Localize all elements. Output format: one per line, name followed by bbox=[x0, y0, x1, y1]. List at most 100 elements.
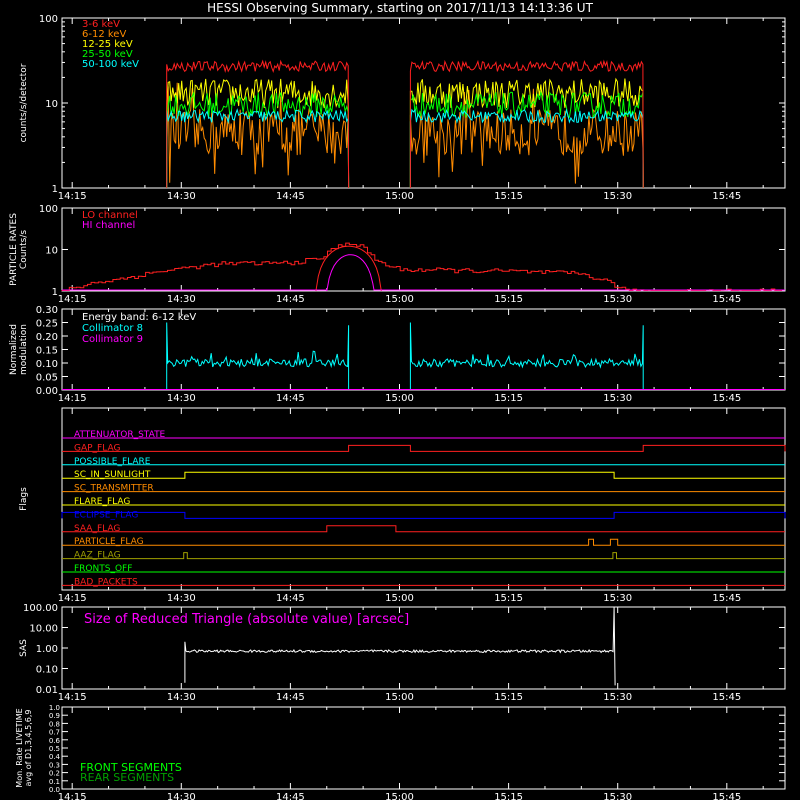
modulation-xtick-label: 15:30 bbox=[603, 393, 632, 404]
modulation-ylabel: Normalized bbox=[9, 324, 19, 375]
modulation-xtick-label: 14:15 bbox=[58, 393, 87, 404]
modulation-series-collimator-8 bbox=[166, 322, 644, 390]
particle-xtick-label: 15:30 bbox=[603, 294, 632, 305]
sas-xtick-label: 14:15 bbox=[58, 692, 87, 703]
countrates-series-25-50-kev bbox=[166, 90, 644, 189]
particle-series-hi-channel bbox=[62, 254, 785, 292]
countrates-ytick-label: 1 bbox=[52, 184, 58, 195]
particle-ylabel: Counts/s bbox=[19, 230, 29, 269]
countrates-xtick-label: 14:45 bbox=[276, 191, 305, 202]
countrates-legend-entry: 50-100 keV bbox=[82, 59, 139, 70]
countrates-xtick-label: 14:15 bbox=[58, 191, 87, 202]
livetime-xtick-label: 15:15 bbox=[494, 792, 523, 800]
livetime-ytick-label: 0.8 bbox=[49, 720, 60, 728]
flags-xtick-label: 15:15 bbox=[494, 593, 523, 604]
sas-xtick-label: 15:00 bbox=[385, 692, 414, 703]
modulation-ytick-label: 0.20 bbox=[36, 332, 58, 343]
flags-xtick-label: 14:15 bbox=[58, 593, 87, 604]
livetime-xtick-label: 14:15 bbox=[58, 792, 87, 800]
countrates-ytick-label: 100 bbox=[39, 14, 58, 25]
livetime-ytick-label: 0.9 bbox=[49, 712, 60, 720]
livetime-ytick-label: 0.3 bbox=[49, 761, 60, 769]
particle-xtick-label: 14:15 bbox=[58, 294, 87, 305]
particle-xtick-label: 15:45 bbox=[712, 294, 741, 305]
modulation-ytick-label: 0.10 bbox=[36, 359, 58, 370]
sas-annotation: Size of Reduced Triangle (absolute value… bbox=[84, 612, 409, 627]
flags-ylabel: Flags bbox=[19, 487, 29, 511]
countrates-ylabel: counts/s/detector bbox=[19, 63, 29, 142]
particle-xtick-label: 14:30 bbox=[167, 294, 196, 305]
livetime-ytick-label: 0.4 bbox=[49, 753, 61, 761]
livetime-xtick-label: 15:45 bbox=[712, 792, 741, 800]
sas-ylabel: SAS bbox=[19, 639, 29, 657]
particle-ytick-label: 1 bbox=[52, 287, 58, 298]
flags-xtick-label: 15:45 bbox=[712, 593, 741, 604]
sas-ytick-label: 0.01 bbox=[36, 685, 58, 696]
particle-xtick-label: 15:00 bbox=[385, 294, 414, 305]
sas-xtick-label: 15:45 bbox=[712, 692, 741, 703]
modulation-ytick-label: 0.15 bbox=[36, 346, 58, 357]
flags-xtick-label: 15:00 bbox=[385, 593, 414, 604]
particle-ytick-label: 100 bbox=[39, 204, 58, 215]
flag-trace-gap-flag bbox=[62, 444, 786, 452]
observing-summary-figure: 14:15 14:30 14:45 15:00 15:15 15:30 15:45 14:15… bbox=[9, 14, 786, 800]
flag-trace-particle-flag bbox=[62, 538, 785, 546]
modulation-xtick-label: 14:30 bbox=[167, 393, 196, 404]
sas-xtick-label: 14:30 bbox=[167, 692, 196, 703]
livetime-ytick-label: 0.2 bbox=[49, 770, 60, 778]
countrates-xtick-label: 15:00 bbox=[385, 191, 414, 202]
countrates-xtick-label: 15:30 bbox=[603, 191, 632, 202]
countrates-xtick-label: 15:45 bbox=[712, 191, 741, 202]
livetime-xtick-label: 15:00 bbox=[385, 792, 414, 800]
particle-series-lo-channel bbox=[61, 242, 783, 291]
flags-xtick-label: 15:30 bbox=[603, 593, 632, 604]
modulation-xtick-label: 15:15 bbox=[494, 393, 523, 404]
livetime-ytick-label: 1.0 bbox=[49, 704, 60, 712]
modulation-ytick-label: 0.05 bbox=[36, 373, 58, 384]
flag-trace-saa-flag bbox=[62, 525, 785, 533]
sas-xtick-label: 15:15 bbox=[494, 692, 523, 703]
particle-frame bbox=[61, 207, 786, 292]
modulation-ytick-label: 0.00 bbox=[36, 386, 58, 397]
particle-ytick-label: 10 bbox=[45, 246, 58, 257]
countrates-xtick-label: 14:30 bbox=[167, 191, 196, 202]
livetime-ytick-label: 0.5 bbox=[49, 745, 60, 753]
modulation-legend-entry: Collimator 9 bbox=[82, 334, 143, 345]
modulation-legend-entry: Collimator 8 bbox=[82, 323, 143, 334]
livetime-legend-entry: REAR SEGMENTS bbox=[80, 771, 174, 784]
flags-xtick-label: 14:45 bbox=[276, 593, 305, 604]
sas-ytick-label: 10.00 bbox=[29, 624, 58, 635]
sas-ytick-label: 0.10 bbox=[36, 665, 58, 676]
countrates-xtick-label: 15:15 bbox=[494, 191, 523, 202]
sas-xtick-label: 14:45 bbox=[276, 692, 305, 703]
livetime-ylabel: Mon. Rate LIVETIME bbox=[15, 708, 24, 787]
livetime-ylabel: avg of D1,3,4,5,6,9 bbox=[24, 710, 33, 787]
countrates-series-3-6-kev bbox=[166, 59, 644, 189]
modulation-xtick-label: 15:00 bbox=[385, 393, 414, 404]
livetime-xtick-label: 15:30 bbox=[603, 792, 632, 800]
modulation-ytick-label: 0.25 bbox=[36, 319, 58, 330]
livetime-xtick-label: 14:45 bbox=[276, 792, 305, 800]
particle-xtick-label: 14:45 bbox=[276, 294, 305, 305]
sas-ytick-label: 1.00 bbox=[36, 644, 58, 655]
modulation-ylabel: modulation bbox=[19, 324, 29, 375]
particle-ylabel: PARTICLE RATES bbox=[9, 213, 19, 286]
countrates-series-12-25-kev bbox=[166, 77, 644, 189]
sas-ytick-label: 100.00 bbox=[23, 603, 58, 614]
modulation-xtick-label: 15:45 bbox=[712, 393, 741, 404]
livetime-ytick-label: 0.1 bbox=[49, 778, 60, 786]
modulation-annotation: Energy band: 6-12 keV bbox=[82, 312, 196, 323]
flags-frame bbox=[61, 407, 786, 591]
flags-xtick-label: 14:30 bbox=[167, 593, 196, 604]
flag-trace-eclipse-flag bbox=[61, 511, 786, 519]
particle-xtick-label: 15:15 bbox=[494, 294, 523, 305]
particle-legend-entry: HI channel bbox=[82, 220, 135, 231]
countrates-ytick-label: 10 bbox=[45, 99, 58, 110]
livetime-ytick-label: 0.7 bbox=[49, 729, 60, 737]
modulation-xtick-label: 14:45 bbox=[276, 393, 305, 404]
flag-trace-sc-in-sunlight bbox=[62, 471, 785, 479]
livetime-ytick-label: 0.6 bbox=[49, 737, 61, 745]
flag-trace-aaz-flag bbox=[62, 552, 785, 560]
modulation-ytick-label: 0.30 bbox=[36, 305, 58, 316]
livetime-ytick-label: 0.0 bbox=[49, 786, 60, 794]
